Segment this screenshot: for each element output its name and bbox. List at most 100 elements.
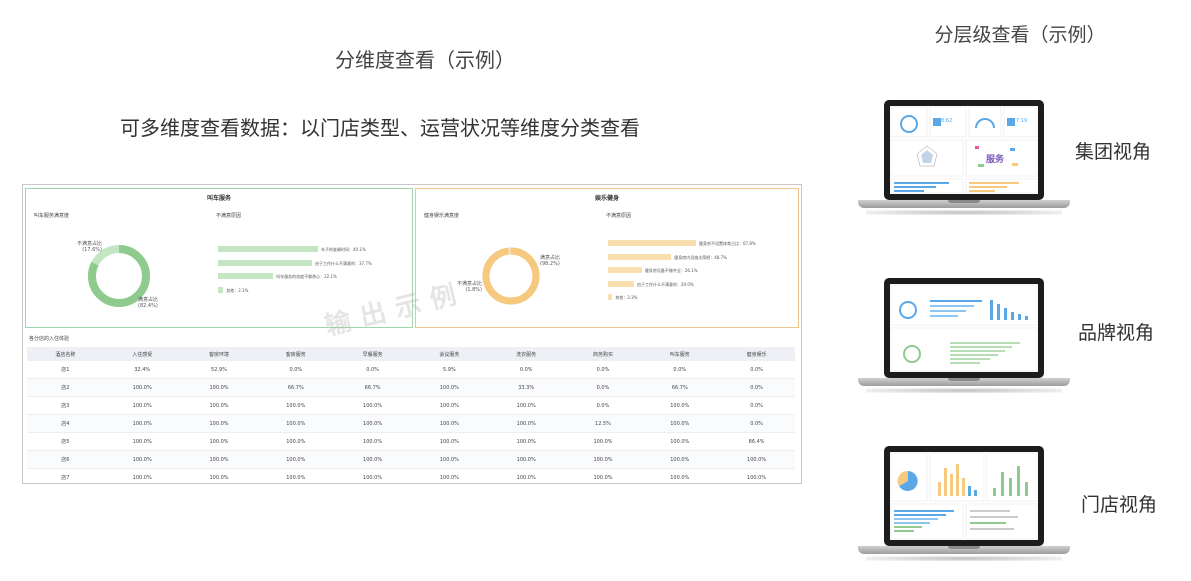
kpi-value: 8.62 [941, 118, 953, 124]
table-cell: 100.0% [334, 432, 411, 451]
table-row: 店2 100.0% 100.0% 66.7% 66.7% 100.0% 33.3% 0.0% 6… [27, 378, 795, 397]
reason-bar-label: 健身房不设置体育占比：67.8% [699, 241, 756, 246]
table-cell: 0.0% [564, 396, 642, 415]
subtitle: 可多维度查看数据：以门店类型、运营状况等维度分类查看 [120, 116, 640, 140]
reason-bar [608, 240, 696, 246]
table-row: 店5 100.0% 100.0% 100.0% 100.0% 100.0% 100.0% 10… [27, 432, 795, 451]
table-cell: 店6 [27, 450, 104, 469]
table-cell: 66.7% [641, 378, 719, 397]
laptop-screen: 8.62 7.19 服务 [890, 106, 1038, 194]
table-header-cell: 入住感受 [103, 347, 181, 361]
laptop-shadow [866, 210, 1062, 215]
view-label-store: 门店视角 [1081, 494, 1158, 516]
table-cell: 0.0% [718, 378, 795, 397]
laptop-lid [884, 278, 1044, 378]
table-cell: 0.0% [564, 361, 642, 379]
table-cell: 100.0% [180, 396, 258, 415]
table-cell: 0.0% [641, 361, 719, 379]
table-cell: 100.0% [180, 450, 258, 469]
reason-bar [608, 280, 634, 287]
table-cell: 100.0% [487, 468, 565, 483]
table-header-cell: 叫车服务 [641, 347, 719, 361]
table-cell: 32.4% [103, 361, 181, 379]
table-cell: 100.0% [641, 396, 719, 415]
word-cloud-keyword: 服务 [986, 155, 1005, 165]
table-header-cell: 健身娱乐 [718, 347, 795, 361]
table-cell: 66.7% [334, 378, 411, 397]
panel-title: 娱乐健身 [594, 195, 619, 202]
laptop-shadow [866, 388, 1062, 393]
table-cell: 店7 [27, 468, 104, 483]
table-cell: 0.0% [334, 361, 411, 379]
reason-bar-label: 其他：2.1% [226, 287, 249, 293]
table-cell: 店3 [27, 396, 104, 415]
table-cell: 店5 [27, 432, 104, 451]
table-row: 店7 100.0% 100.0% 100.0% 100.0% 100.0% 100.0% 10… [27, 468, 795, 483]
laptop-notch [948, 546, 980, 549]
table-cell: 100.0% [410, 396, 488, 415]
table-header-cell: 早餐服务 [334, 347, 411, 361]
satisfaction-donut [482, 247, 540, 305]
table-cell: 100.0% [410, 450, 488, 469]
dashboard-screenshot: 叫车服务 叫车服务满意度 不满意原因 不满意占比 (17.6%) 满意占比 (8… [22, 184, 802, 484]
table-cell: 5.9% [410, 361, 488, 379]
laptop-notch [948, 200, 980, 203]
store-dashboard-thumbnail [890, 452, 1038, 540]
table-header-cell: 会议服务 [410, 347, 488, 361]
reason-bar [218, 259, 312, 266]
dissatisfaction-label: 不满意原因 [216, 213, 242, 219]
table-cell: 86.4% [718, 432, 795, 451]
table-header-cell: 洗衣服务 [487, 347, 565, 361]
table-cell: 100.0% [180, 378, 258, 397]
table-cell: 100.0% [257, 468, 335, 483]
reason-bar-label: 车子的准确时间：40.1% [321, 247, 366, 252]
right-title: 分层级查看（示例） [934, 24, 1106, 46]
table-cell: 100.0% [103, 414, 181, 433]
table-cell: 店1 [27, 361, 104, 379]
table-cell: 店2 [27, 378, 104, 397]
table-cell: 100.0% [410, 432, 488, 451]
reason-bar [218, 246, 318, 252]
laptop-screen [890, 452, 1038, 540]
table-cell: 100.0% [641, 468, 719, 483]
table-cell: 100.0% [487, 450, 565, 469]
table-cell: 100.0% [103, 468, 181, 483]
panel-fitness: 娱乐健身 健身娱乐满意度 不满意原因 不满意占比 (1.8%) 满意占比 (98… [415, 188, 799, 328]
table-cell: 100.0% [564, 432, 642, 451]
table-title: 各分店的入住体验 [29, 336, 70, 342]
donut-label-satisfied: 满意占比 (82.4%) [138, 297, 159, 309]
table-row: 店4 100.0% 100.0% 100.0% 100.0% 100.0% 100.0% 12… [27, 414, 795, 433]
laptop-notch [948, 378, 980, 381]
table-cell: 100.0% [410, 414, 488, 433]
laptop-store-view [858, 446, 1070, 566]
reason-bar-label: 健身房内设施太简陋：48.7% [674, 254, 727, 260]
table-cell: 100.0% [103, 432, 181, 451]
laptop-screen [890, 284, 1038, 372]
table-header-cell: 客房服务 [257, 347, 335, 361]
laptop-lid: 8.62 7.19 服务 [884, 100, 1044, 200]
table-cell: 0.0% [718, 414, 795, 433]
table-cell: 100.0% [180, 468, 258, 483]
table-row: 店1 32.4% 52.9% 0.0% 0.0% 5.9% 0.0% 0.0% 0.0% 0.0% [27, 361, 795, 379]
brand-dashboard-thumbnail [890, 284, 1038, 372]
table-cell: 100.0% [103, 378, 181, 397]
table-cell: 100.0% [257, 396, 335, 415]
table-cell: 100.0% [334, 468, 411, 483]
table-cell: 100.0% [410, 378, 488, 397]
dissatisfaction-label: 不满意原因 [606, 213, 632, 219]
table-cell: 100.0% [334, 414, 411, 433]
table-cell: 33.3% [487, 378, 565, 397]
reason-bar-label: 由于工作什么不满意的：37.7% [315, 260, 372, 266]
reason-bar-label: 由于工作什么不满意的：20.0% [636, 281, 694, 287]
laptop-group-view: 8.62 7.19 服务 [858, 100, 1070, 220]
store-experience-table: 酒店名称 入住感受 客房环境 客房服务 早餐服务 会议服务 洗衣服务 商务购买 叫车服务 健身娱乐… [27, 347, 795, 483]
table-row: 店6 100.0% 100.0% 100.0% 100.0% 100.0% 100.0% 10… [27, 450, 795, 469]
table-cell: 100.0% [641, 414, 719, 433]
reason-bar-label: 健身房设备不够齐全：26.1% [644, 268, 698, 273]
laptop-shadow [866, 556, 1062, 561]
donut-label-unsatisfied: 不满意占比 (17.6%) [76, 241, 102, 253]
table-cell: 100.0% [564, 450, 642, 469]
reason-bar-label: 叫车服务的态度不够热心：22.1% [276, 274, 337, 279]
table-cell: 66.7% [257, 378, 335, 397]
table-cell: 100.0% [257, 450, 335, 469]
